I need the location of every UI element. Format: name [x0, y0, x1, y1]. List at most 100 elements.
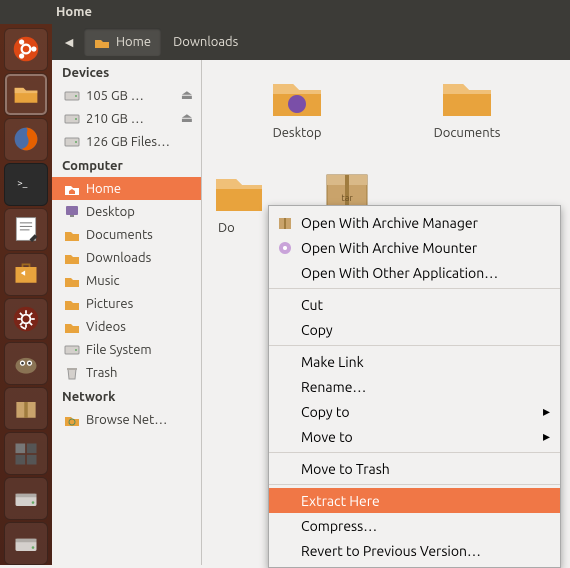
sidebar-item--gb-[interactable]: 105 GB … ⏏ [52, 84, 201, 107]
menu-item-rename[interactable]: Rename… [269, 374, 560, 399]
launcher-gimp[interactable] [4, 342, 48, 385]
eject-icon[interactable]: ⏏ [181, 111, 193, 126]
sidebar-item-label: Music [86, 274, 120, 288]
sidebar-item-label: Documents [86, 228, 153, 242]
menu-item-open-with-archive-mounter[interactable]: Open With Archive Mounter [269, 235, 560, 260]
launcher-disk2[interactable] [4, 522, 48, 565]
path-toolbar: ◄ HomeDownloads [52, 24, 570, 60]
breadcrumb-downloads[interactable]: Downloads [163, 28, 248, 56]
menu-separator [269, 345, 560, 346]
menu-item-label: Copy to [301, 404, 350, 420]
sidebar-item-label: Downloads [86, 251, 151, 265]
sidebar-item-label: Pictures [86, 297, 133, 311]
menu-item-compress[interactable]: Compress… [269, 513, 560, 538]
sidebar-item-music[interactable]: Music [52, 269, 201, 292]
menu-item-label: Open With Other Application… [301, 265, 498, 281]
sidebar-item--gb-files-[interactable]: 126 GB Files… [52, 130, 201, 153]
menu-separator [269, 484, 560, 485]
sidebar-item-label: 210 GB … [86, 112, 144, 126]
sidebar-item-label: Desktop [86, 205, 135, 219]
sidebar-item-pictures[interactable]: Pictures [52, 292, 201, 315]
svg-text:>_: >_ [17, 177, 27, 188]
sidebar-item-desktop[interactable]: Desktop [52, 200, 201, 223]
hdd-icon [64, 342, 80, 358]
home-folder-icon [64, 181, 80, 197]
submenu-arrow-icon: ▸ [543, 403, 550, 420]
folder-icon [64, 227, 80, 243]
launcher-ubuntu-dash[interactable] [4, 28, 48, 71]
desktop-icon [64, 204, 80, 220]
svg-text:tar: tar [341, 193, 353, 203]
context-menu: Open With Archive Manager Open With Archi… [268, 205, 561, 568]
menu-item-copy[interactable]: Copy [269, 317, 560, 342]
file-label: Documents [428, 124, 507, 142]
sidebar-item-label: Trash [86, 366, 117, 380]
file-label: Do [212, 219, 241, 237]
sidebar-item--gb-[interactable]: 210 GB … ⏏ [52, 107, 201, 130]
menu-item-open-with-archive-manager[interactable]: Open With Archive Manager [269, 210, 560, 235]
sidebar-item-file-system[interactable]: File System [52, 338, 201, 361]
sidebar-section-network: Network [52, 384, 201, 408]
window-title: Home [56, 5, 92, 19]
file-label: Desktop [267, 124, 328, 142]
menu-item-label: Open With Archive Mounter [301, 240, 477, 256]
launcher-settings[interactable] [4, 298, 48, 341]
unity-launcher: >_ [0, 24, 52, 565]
hdd-icon [64, 88, 80, 104]
eject-icon[interactable]: ⏏ [181, 88, 193, 103]
menu-item-label: Revert to Previous Version… [301, 543, 481, 559]
sidebar-item-videos[interactable]: Videos [52, 315, 201, 338]
folder-icon [439, 74, 495, 120]
menu-item-revert-to-previous-version[interactable]: Revert to Previous Version… [269, 538, 560, 563]
menu-item-move-to-trash[interactable]: Move to Trash [269, 456, 560, 481]
folder-icon [64, 250, 80, 266]
back-button[interactable]: ◄ [58, 31, 80, 53]
menu-item-open-with-other-application[interactable]: Open With Other Application… [269, 260, 560, 285]
menu-item-label: Rename… [301, 379, 366, 395]
launcher-nautilus[interactable] [4, 73, 48, 116]
menubar: Home [0, 0, 570, 24]
sidebar-item-label: 105 GB … [86, 89, 144, 103]
sidebar-item-documents[interactable]: Documents [52, 223, 201, 246]
menu-item-move-to[interactable]: Move to▸ [269, 424, 560, 449]
folder-icon [64, 296, 80, 312]
file-item-desktop[interactable]: Desktop [212, 74, 382, 169]
launcher-archive[interactable] [4, 387, 48, 430]
folder-icon [212, 169, 262, 215]
sidebar-item-label: Videos [86, 320, 126, 334]
sidebar-section-devices: Devices [52, 60, 201, 84]
launcher-firefox[interactable] [4, 118, 48, 161]
folder-desktop-icon [269, 74, 325, 120]
file-item-do[interactable]: Do [212, 169, 262, 264]
places-sidebar: Devices105 GB …⏏210 GB …⏏126 GB Files…Co… [52, 60, 202, 565]
menu-item-extract-here[interactable]: Extract Here [269, 488, 560, 513]
menu-item-label: Extract Here [301, 493, 380, 509]
folder-icon [64, 319, 80, 335]
sidebar-item-label: File System [86, 343, 152, 357]
sidebar-item-label: 126 GB Files… [86, 135, 170, 149]
launcher-software-center[interactable] [4, 253, 48, 296]
launcher-text-editor[interactable] [4, 208, 48, 251]
menu-separator [269, 452, 560, 453]
menu-item-make-link[interactable]: Make Link [269, 349, 560, 374]
sidebar-item-label: Browse Net… [86, 413, 167, 427]
breadcrumb-home[interactable]: Home [84, 28, 161, 56]
sidebar-item-downloads[interactable]: Downloads [52, 246, 201, 269]
menu-item-label: Open With Archive Manager [301, 215, 478, 231]
menu-item-label: Cut [301, 297, 323, 313]
sidebar-item-home[interactable]: Home [52, 177, 201, 200]
menu-separator [269, 288, 560, 289]
trash-icon [64, 365, 80, 381]
sidebar-item-browse-net-[interactable]: Browse Net… [52, 408, 201, 431]
launcher-disk1[interactable] [4, 477, 48, 520]
launcher-workspace[interactable] [4, 432, 48, 475]
menu-item-copy-to[interactable]: Copy to ▸ [269, 399, 560, 424]
home-folder-icon [94, 34, 110, 50]
menu-item-label: Copy [301, 322, 333, 338]
menu-item-cut[interactable]: Cut [269, 292, 560, 317]
folder-icon [64, 273, 80, 289]
file-item-documents[interactable]: Documents [382, 74, 552, 169]
sidebar-item-trash[interactable]: Trash [52, 361, 201, 384]
launcher-terminal[interactable]: >_ [4, 163, 48, 206]
menu-item-label: Make Link [301, 354, 364, 370]
